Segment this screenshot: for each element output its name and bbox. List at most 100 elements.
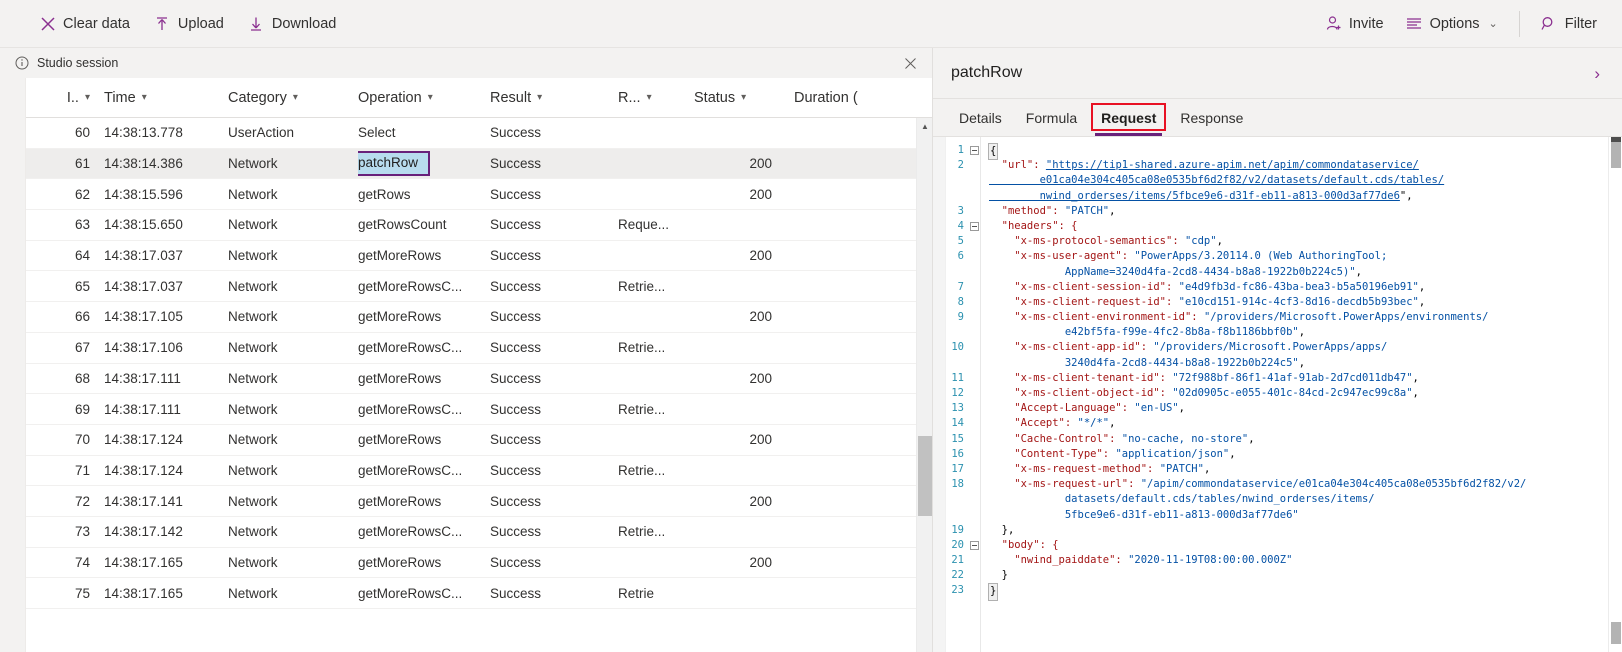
cell-i[interactable]: 67	[26, 340, 100, 355]
code-scroll-thumb-bottom[interactable]	[1611, 622, 1621, 644]
table-row[interactable]: 7014:38:17.124NetworkgetMoreRowsSuccess2…	[26, 425, 932, 456]
table-row[interactable]: 6614:38:17.105NetworkgetMoreRowsSuccess2…	[26, 302, 932, 333]
cell-operation[interactable]: getMoreRows	[358, 248, 490, 263]
cell-status[interactable]: 200	[694, 555, 794, 570]
cell-i[interactable]: 69	[26, 402, 100, 417]
cell-result[interactable]: Success	[490, 156, 618, 171]
cell-time[interactable]: 14:38:15.596	[100, 187, 228, 202]
cell-r[interactable]: Retrie	[618, 586, 694, 601]
cell-category[interactable]: Network	[228, 248, 358, 263]
column-header-result[interactable]: Result▾	[490, 90, 618, 106]
close-icon[interactable]	[900, 53, 920, 73]
invite-button[interactable]: Invite	[1314, 9, 1395, 38]
cell-category[interactable]: Network	[228, 524, 358, 539]
cell-time[interactable]: 14:38:13.778	[100, 125, 228, 140]
cell-i[interactable]: 60	[26, 125, 100, 140]
cell-status[interactable]: 200	[694, 494, 794, 509]
code-vertical-scrollbar[interactable]	[1608, 137, 1622, 652]
cell-status[interactable]: 200	[694, 309, 794, 324]
download-button[interactable]: Download	[237, 9, 348, 38]
column-header-index[interactable]: I..▾	[26, 90, 100, 106]
cell-result[interactable]: Success	[490, 432, 618, 447]
cell-time[interactable]: 14:38:15.650	[100, 217, 228, 232]
cell-operation[interactable]: patchRow	[358, 151, 490, 176]
table-row[interactable]: 7314:38:17.142NetworkgetMoreRowsC...Succ…	[26, 517, 932, 548]
cell-category[interactable]: Network	[228, 463, 358, 478]
table-row[interactable]: 7514:38:17.165NetworkgetMoreRowsC...Succ…	[26, 578, 932, 609]
column-header-r[interactable]: R...▾	[618, 90, 694, 106]
cell-operation[interactable]: getMoreRowsC...	[358, 402, 490, 417]
table-row[interactable]: 7414:38:17.165NetworkgetMoreRowsSuccess2…	[26, 548, 932, 579]
code-scroll-thumb-top[interactable]	[1611, 142, 1621, 168]
cell-operation[interactable]: getMoreRows	[358, 371, 490, 386]
cell-result[interactable]: Success	[490, 279, 618, 294]
cell-i[interactable]: 68	[26, 371, 100, 386]
table-row[interactable]: 6414:38:17.037NetworkgetMoreRowsSuccess2…	[26, 241, 932, 272]
cell-result[interactable]: Success	[490, 340, 618, 355]
cell-i[interactable]: 62	[26, 187, 100, 202]
cell-i[interactable]: 72	[26, 494, 100, 509]
chevron-right-icon[interactable]: ›	[1588, 61, 1606, 86]
cell-category[interactable]: UserAction	[228, 125, 358, 140]
cell-operation[interactable]: getMoreRows	[358, 432, 490, 447]
cell-operation[interactable]: getRowsCount	[358, 217, 490, 232]
cell-result[interactable]: Success	[490, 371, 618, 386]
clear-data-button[interactable]: Clear data	[28, 9, 141, 38]
cell-result[interactable]: Success	[490, 248, 618, 263]
cell-r[interactable]: Reque...	[618, 217, 694, 232]
cell-i[interactable]: 73	[26, 524, 100, 539]
grid-vertical-scrollbar[interactable]: ▲	[916, 118, 932, 652]
cell-operation[interactable]: getMoreRowsC...	[358, 340, 490, 355]
cell-r[interactable]: Retrie...	[618, 463, 694, 478]
cell-status[interactable]: 200	[694, 248, 794, 263]
table-row[interactable]: 6014:38:13.778UserActionSelectSuccess	[26, 118, 932, 149]
column-header-time[interactable]: Time▾	[100, 90, 228, 106]
table-row[interactable]: 7114:38:17.124NetworkgetMoreRowsC...Succ…	[26, 456, 932, 487]
scroll-thumb[interactable]	[918, 436, 932, 516]
cell-category[interactable]: Network	[228, 156, 358, 171]
cell-time[interactable]: 14:38:17.111	[100, 402, 228, 417]
cell-operation[interactable]: getRows	[358, 187, 490, 202]
cell-status[interactable]: 200	[694, 432, 794, 447]
table-row[interactable]: 6514:38:17.037NetworkgetMoreRowsC...Succ…	[26, 271, 932, 302]
column-header-status[interactable]: Status▾	[694, 90, 794, 106]
cell-time[interactable]: 14:38:17.037	[100, 248, 228, 263]
cell-result[interactable]: Success	[490, 217, 618, 232]
cell-i[interactable]: 65	[26, 279, 100, 294]
column-header-category[interactable]: Category▾	[228, 90, 358, 106]
cell-time[interactable]: 14:38:17.037	[100, 279, 228, 294]
table-row[interactable]: 7214:38:17.141NetworkgetMoreRowsSuccess2…	[26, 486, 932, 517]
cell-time[interactable]: 14:38:14.386	[100, 156, 228, 171]
cell-r[interactable]: Retrie...	[618, 340, 694, 355]
cell-category[interactable]: Network	[228, 217, 358, 232]
upload-button[interactable]: Upload	[143, 9, 235, 38]
cell-result[interactable]: Success	[490, 586, 618, 601]
cell-r[interactable]: Retrie...	[618, 279, 694, 294]
cell-time[interactable]: 14:38:17.165	[100, 586, 228, 601]
options-button[interactable]: Options ⌄	[1395, 9, 1509, 38]
cell-operation[interactable]: getMoreRows	[358, 494, 490, 509]
cell-category[interactable]: Network	[228, 309, 358, 324]
cell-category[interactable]: Network	[228, 279, 358, 294]
cell-i[interactable]: 61	[26, 156, 100, 171]
cell-category[interactable]: Network	[228, 402, 358, 417]
cell-result[interactable]: Success	[490, 125, 618, 140]
cell-category[interactable]: Network	[228, 494, 358, 509]
cell-i[interactable]: 71	[26, 463, 100, 478]
table-row[interactable]: 6814:38:17.111NetworkgetMoreRowsSuccess2…	[26, 364, 932, 395]
table-row[interactable]: 6714:38:17.106NetworkgetMoreRowsC...Succ…	[26, 333, 932, 364]
cell-operation[interactable]: getMoreRowsC...	[358, 279, 490, 294]
cell-category[interactable]: Network	[228, 187, 358, 202]
filter-button[interactable]: Filter	[1530, 9, 1608, 38]
fold-toggle-icon[interactable]	[970, 541, 979, 550]
cell-result[interactable]: Success	[490, 463, 618, 478]
table-row[interactable]: 6114:38:14.386NetworkpatchRowSuccess200	[26, 149, 932, 180]
tab-details[interactable]: Details	[947, 99, 1014, 136]
scroll-down-arrow-icon[interactable]	[917, 635, 932, 652]
column-header-operation[interactable]: Operation▾	[358, 90, 490, 106]
cell-time[interactable]: 14:38:17.106	[100, 340, 228, 355]
cell-operation[interactable]: Select	[358, 125, 490, 140]
scroll-up-arrow-icon[interactable]: ▲	[917, 118, 932, 135]
cell-i[interactable]: 74	[26, 555, 100, 570]
cell-operation[interactable]: getMoreRowsC...	[358, 463, 490, 478]
